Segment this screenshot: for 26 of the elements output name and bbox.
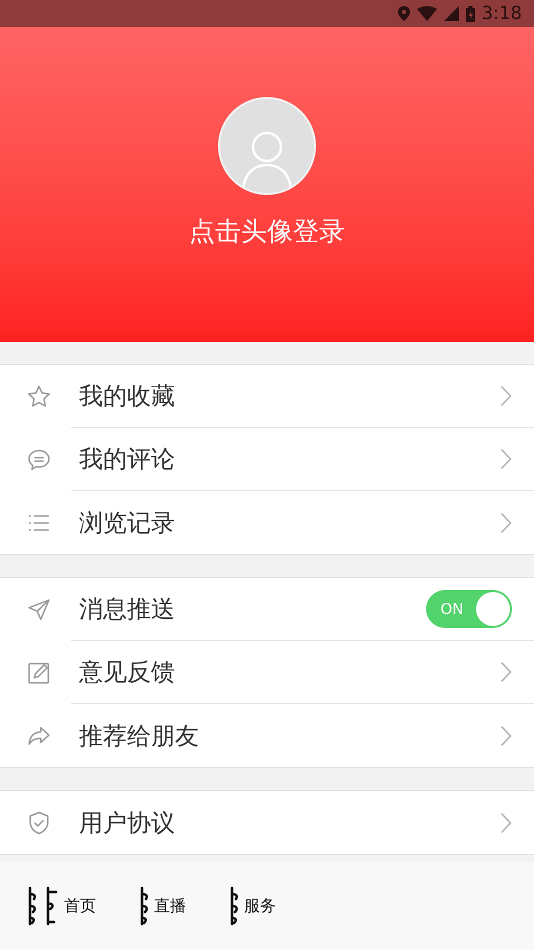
script-icon xyxy=(28,886,60,926)
menu-label: 消息推送 xyxy=(78,594,176,625)
clock: 3:18 xyxy=(482,2,522,26)
script-icon xyxy=(230,886,240,926)
nav-tab[interactable]: 直播 xyxy=(140,886,186,926)
toggle-text: ON xyxy=(439,598,465,620)
menu-label: 我的评论 xyxy=(78,444,176,475)
menu-label: 我的收藏 xyxy=(78,381,176,412)
script-icon xyxy=(140,886,150,926)
signal-icon xyxy=(444,6,459,21)
menu-label: 意见反馈 xyxy=(78,657,176,688)
nav-tab[interactable]: 服务 xyxy=(230,886,276,926)
menu-label: 浏览记录 xyxy=(78,508,176,538)
location-icon xyxy=(398,6,410,21)
chevron-right-icon xyxy=(500,448,512,470)
battery-icon xyxy=(466,6,475,22)
chevron-right-icon xyxy=(500,812,512,834)
toggle-thumb xyxy=(476,592,510,626)
chevron-right-icon xyxy=(500,724,512,746)
nav-tab[interactable]: 首页 xyxy=(28,886,96,926)
chevron-right-icon xyxy=(500,661,512,683)
chevron-right-icon xyxy=(500,385,512,407)
menu-label: 推荐给朋友 xyxy=(78,720,200,752)
wifi-icon xyxy=(416,6,437,21)
chevron-right-icon xyxy=(500,512,512,534)
menu-label: 用户协议 xyxy=(78,808,176,838)
